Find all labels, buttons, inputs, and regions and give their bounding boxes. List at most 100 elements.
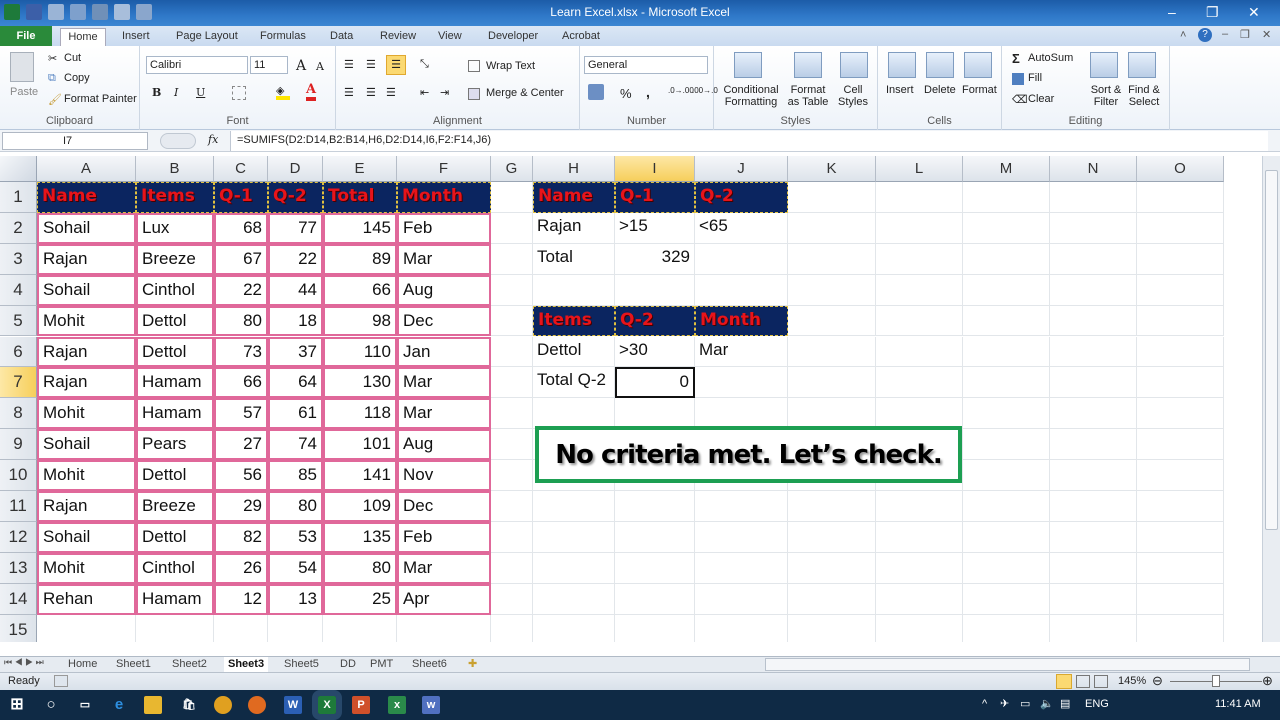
table-cell[interactable]: Mar bbox=[397, 243, 491, 275]
airplane-icon[interactable]: ✈ bbox=[1000, 697, 1009, 710]
middle-align-icon[interactable]: ☰ bbox=[366, 58, 376, 71]
grid-cell[interactable] bbox=[695, 583, 788, 615]
table-cell[interactable]: Hamam bbox=[136, 398, 214, 430]
table-cell[interactable]: 141 bbox=[323, 460, 397, 491]
table-cell[interactable]: Feb bbox=[397, 521, 491, 553]
windows-start-icon[interactable]: ⊞ bbox=[8, 696, 26, 714]
table-cell[interactable]: Mohit bbox=[37, 552, 136, 584]
table-cell[interactable]: 89 bbox=[323, 243, 397, 275]
grid-cell[interactable] bbox=[1137, 305, 1224, 337]
table-cell[interactable]: Dec bbox=[397, 305, 491, 337]
grid-cell[interactable] bbox=[615, 552, 695, 584]
excel-taskbar-icon[interactable]: X bbox=[312, 690, 342, 720]
table-cell[interactable]: 56 bbox=[214, 460, 268, 491]
conditional-formatting-button[interactable]: Conditional Formatting bbox=[720, 84, 782, 108]
align-center-icon[interactable]: ☰ bbox=[366, 86, 376, 99]
restore-button[interactable]: ❐ bbox=[1206, 4, 1219, 21]
cut-button[interactable]: Cut bbox=[64, 52, 81, 64]
table-cell[interactable]: Mar bbox=[397, 398, 491, 430]
table-header-cell[interactable]: Items bbox=[136, 182, 214, 213]
grid-cell[interactable] bbox=[1050, 182, 1137, 213]
grid-cell[interactable] bbox=[615, 583, 695, 615]
grid-cell[interactable] bbox=[876, 274, 963, 306]
grid-cell[interactable] bbox=[1137, 552, 1224, 584]
grid-cell[interactable] bbox=[1137, 336, 1224, 368]
table-cell[interactable]: Mohit bbox=[37, 460, 136, 491]
delete-button[interactable]: Delete bbox=[924, 84, 956, 96]
table-cell[interactable]: Dettol bbox=[136, 521, 214, 553]
grid-cell[interactable] bbox=[963, 398, 1050, 430]
grid-cell[interactable] bbox=[876, 552, 963, 584]
table-cell[interactable]: 61 bbox=[268, 398, 323, 430]
criteria2-value-cell[interactable]: Mar bbox=[695, 336, 788, 368]
store-icon[interactable]: 🛍 bbox=[180, 696, 198, 714]
grid-cell[interactable] bbox=[695, 398, 788, 430]
table-cell[interactable]: 67 bbox=[214, 243, 268, 275]
criteria2-total-label[interactable]: Total Q-2 bbox=[533, 367, 615, 399]
cortana-icon[interactable]: ○ bbox=[42, 696, 60, 714]
edge-icon[interactable]: e bbox=[110, 696, 128, 714]
format-painter-button[interactable]: Format Painter bbox=[64, 93, 137, 105]
grid-cell[interactable] bbox=[1050, 429, 1137, 461]
table-cell[interactable]: 80 bbox=[323, 552, 397, 584]
vertical-scroll-thumb[interactable] bbox=[1265, 170, 1278, 530]
grid-cell[interactable] bbox=[491, 305, 533, 337]
table-cell[interactable]: 26 bbox=[214, 552, 268, 584]
grid-cell[interactable] bbox=[1137, 274, 1224, 306]
comma-button[interactable]: , bbox=[646, 84, 650, 100]
grid-cell[interactable] bbox=[963, 367, 1050, 399]
grid-cell[interactable] bbox=[788, 243, 876, 275]
grid-cell[interactable] bbox=[963, 212, 1050, 244]
grid-cell[interactable] bbox=[876, 305, 963, 337]
bold-button[interactable]: B bbox=[152, 86, 161, 99]
grid-cell[interactable] bbox=[788, 336, 876, 368]
grid-cell[interactable] bbox=[491, 552, 533, 584]
grid-cell[interactable] bbox=[963, 521, 1050, 553]
grid-cell[interactable] bbox=[533, 491, 615, 522]
grid-cell[interactable] bbox=[788, 398, 876, 430]
criteria1-value-cell[interactable]: >15 bbox=[615, 212, 695, 244]
column-header-b[interactable]: B bbox=[136, 156, 214, 182]
grid-cell[interactable] bbox=[963, 336, 1050, 368]
grid-cell[interactable] bbox=[615, 614, 695, 642]
table-cell[interactable]: Sohail bbox=[37, 429, 136, 461]
grid-cell[interactable] bbox=[491, 243, 533, 275]
table-cell[interactable]: Lux bbox=[136, 212, 214, 244]
table-cell[interactable]: 27 bbox=[214, 429, 268, 461]
chrome-icon[interactable] bbox=[214, 696, 232, 714]
row-header-5[interactable]: 5 bbox=[0, 305, 37, 337]
row-header-13[interactable]: 13 bbox=[0, 552, 37, 584]
table-cell[interactable]: 109 bbox=[323, 491, 397, 522]
row-header-11[interactable]: 11 bbox=[0, 491, 37, 522]
row-header-14[interactable]: 14 bbox=[0, 583, 37, 615]
column-header-j[interactable]: J bbox=[695, 156, 788, 182]
grid-cell[interactable] bbox=[788, 614, 876, 642]
column-header-l[interactable]: L bbox=[876, 156, 963, 182]
grid-cell[interactable] bbox=[876, 583, 963, 615]
criteria2-header-cell[interactable]: Q-2 bbox=[615, 305, 695, 337]
grid-cell[interactable] bbox=[876, 521, 963, 553]
grid-cell[interactable] bbox=[1137, 367, 1224, 399]
table-cell[interactable]: Breeze bbox=[136, 491, 214, 522]
insert-function-button[interactable]: fx bbox=[208, 133, 218, 146]
grid-cell[interactable] bbox=[963, 460, 1050, 491]
grid-cell[interactable] bbox=[876, 212, 963, 244]
table-cell[interactable]: 85 bbox=[268, 460, 323, 491]
horizontal-scrollbar[interactable] bbox=[765, 658, 1250, 671]
fill-color-icon[interactable]: ◈ bbox=[276, 84, 290, 100]
sheet-tab-sheet2[interactable]: Sheet2 bbox=[172, 657, 207, 672]
table-cell[interactable]: 66 bbox=[214, 367, 268, 399]
table-cell[interactable]: Dettol bbox=[136, 460, 214, 491]
notifications-icon[interactable]: ▤ bbox=[1060, 697, 1070, 710]
table-cell[interactable]: Aug bbox=[397, 429, 491, 461]
grid-cell[interactable] bbox=[136, 614, 214, 642]
criteria1-header-cell[interactable]: Q-1 bbox=[615, 182, 695, 213]
column-header-n[interactable]: N bbox=[1050, 156, 1137, 182]
font-size-select[interactable]: 11 bbox=[250, 56, 288, 74]
minimize-button[interactable]: – bbox=[1168, 4, 1176, 20]
formula-input[interactable]: =SUMIFS(D2:D14,B2:B14,H6,D2:D14,I6,F2:F1… bbox=[230, 131, 1268, 151]
align-left-icon[interactable]: ☰ bbox=[344, 86, 354, 99]
table-header-cell[interactable]: Name bbox=[37, 182, 136, 213]
grid-cell[interactable] bbox=[695, 243, 788, 275]
table-cell[interactable]: 101 bbox=[323, 429, 397, 461]
